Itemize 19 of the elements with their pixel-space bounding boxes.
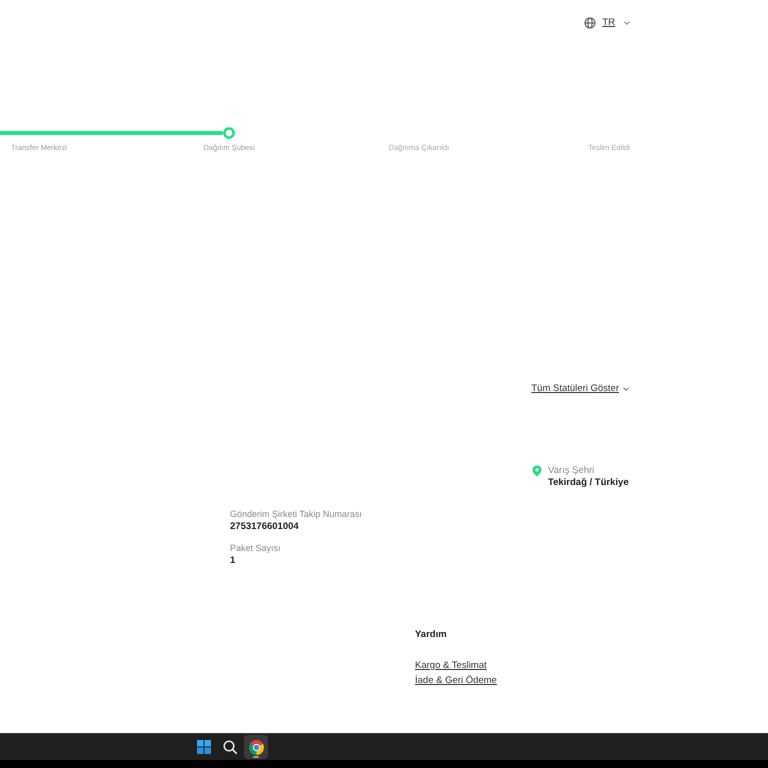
destination-label: Varış Şehri [548,465,594,476]
detail-value: 2753176601004 [230,521,299,532]
search-icon[interactable] [223,740,237,754]
help-title: Yardım [415,629,447,640]
detail-label: Gönderim Şirketi Takip Numarası [230,509,362,520]
help-link[interactable]: İade & Geri Ödeme [415,675,497,686]
location-pin-icon [532,465,542,477]
detail-value: 1 [230,555,236,566]
destination-city: Tekirdağ / Türkiye [548,477,629,488]
chevron-down-icon [624,20,630,24]
help-link[interactable]: Kargo & Teslimat [415,660,487,671]
show-all-statuses-link[interactable]: Tüm Statüleri Göster [531,383,629,394]
start-menu-icon[interactable] [197,740,211,754]
chevron-down-icon [623,386,629,390]
detail-label: Paket Sayısı [230,543,281,554]
globe-icon [584,16,596,28]
browser-icon[interactable] [248,740,264,754]
language-selector[interactable]: TR [584,16,630,29]
active-indicator [253,756,259,758]
